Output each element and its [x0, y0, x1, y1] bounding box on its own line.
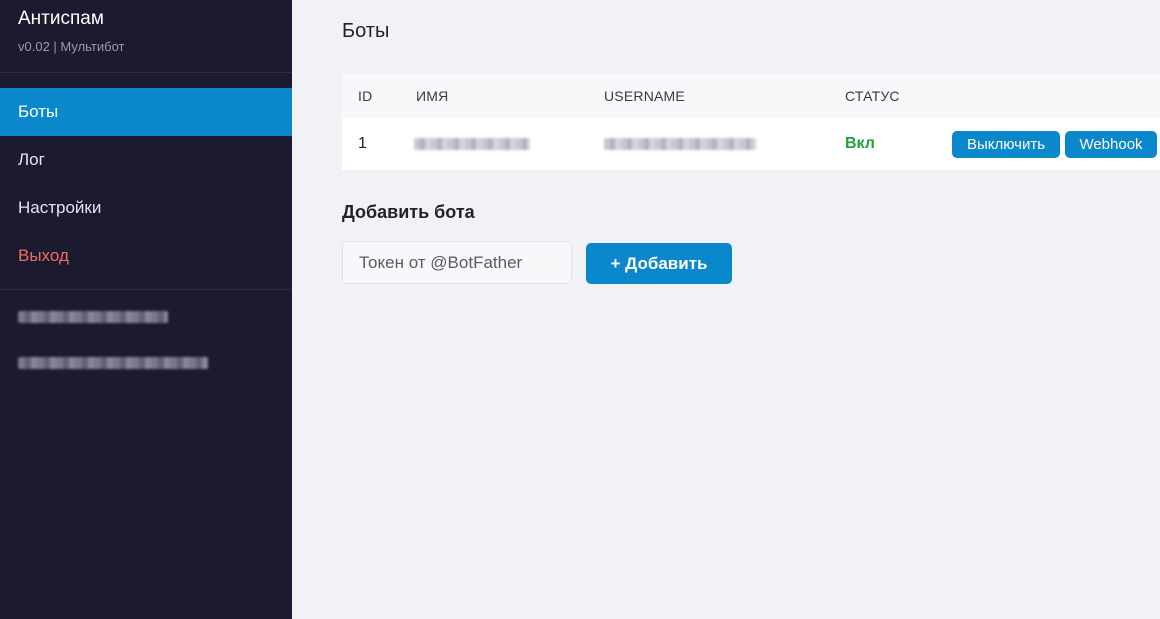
- column-header-id: ID: [358, 88, 373, 104]
- app-title: Антиспам: [18, 8, 104, 29]
- sidebar-item-bots[interactable]: Боты: [0, 88, 292, 136]
- sidebar-divider-lower: [0, 289, 292, 290]
- disable-button[interactable]: Выключить: [952, 131, 1060, 158]
- redacted-bot-username: [604, 138, 756, 150]
- redacted-link-2[interactable]: [0, 340, 292, 386]
- sidebar-item-logout[interactable]: Выход: [0, 232, 292, 280]
- column-header-status: СТАТУС: [845, 88, 900, 104]
- add-bot-heading: Добавить бота: [342, 202, 475, 222]
- add-bot-button[interactable]: + Добавить: [586, 243, 732, 284]
- sidebar-nav: Боты Лог Настройки Выход: [0, 73, 292, 280]
- app-version: v0.02 | Мультибот: [18, 39, 125, 54]
- status-badge: Вкл: [845, 135, 875, 152]
- redacted-link-1[interactable]: [0, 294, 292, 340]
- token-input[interactable]: [342, 241, 572, 284]
- page-title: Боты: [342, 20, 390, 42]
- bots-table: ID ИМЯ USERNAME СТАТУС 1 Вкл Выключить W…: [342, 74, 1160, 170]
- webhook-button[interactable]: Webhook: [1065, 131, 1157, 158]
- redacted-text: [18, 357, 208, 369]
- table-row: 1 Вкл Выключить Webhook: [342, 118, 1160, 170]
- sidebar-item-log[interactable]: Лог: [0, 136, 292, 184]
- column-header-name: ИМЯ: [416, 88, 449, 104]
- sidebar-item-settings[interactable]: Настройки: [0, 184, 292, 232]
- table-header: ID ИМЯ USERNAME СТАТУС: [342, 74, 1160, 118]
- main-content: Боты ID ИМЯ USERNAME СТАТУС 1 Вкл Выключ…: [292, 0, 1160, 619]
- redacted-bot-name: [414, 138, 530, 150]
- column-header-username: USERNAME: [604, 88, 685, 104]
- brand: Антиспам v0.02 | Мультибот: [0, 0, 292, 72]
- redacted-text: [18, 311, 168, 323]
- sidebar: Антиспам v0.02 | Мультибот Боты Лог Наст…: [0, 0, 292, 619]
- bot-id: 1: [358, 135, 367, 152]
